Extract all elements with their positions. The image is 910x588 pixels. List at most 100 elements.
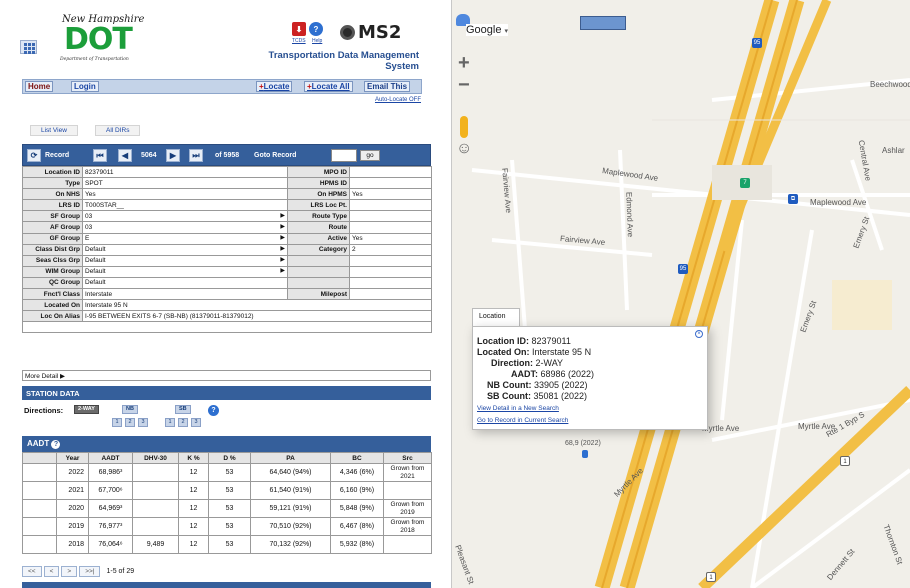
lane-button[interactable]: 2 [125, 418, 135, 427]
loc-alias-value: I-95 BETWEEN EXITS 6-7 (SB-NB) (81379011… [82, 310, 432, 323]
goto-record-input[interactable] [331, 149, 357, 162]
class-dist-cell[interactable]: Default ▶ [82, 243, 288, 256]
street-view-pegman-icon[interactable] [460, 116, 468, 138]
ruler-icon[interactable]: ☺ [456, 140, 472, 158]
location-detail-table: Location ID 82379011 MPO ID Type SPOT HPMS I… [22, 165, 432, 334]
row-blank-cell [22, 499, 57, 518]
dir-nb-button[interactable]: NB [122, 405, 138, 414]
table-cell: 2020 [56, 499, 89, 518]
last-record-button[interactable]: ⏭ [189, 149, 203, 162]
route-type-label: Route Type [287, 210, 350, 223]
class-dist-value: Default [85, 246, 106, 254]
gf-group-label: GF Group [22, 232, 83, 245]
tcds-pdf-icon[interactable]: ⬇ [292, 22, 306, 36]
first-record-button[interactable]: ⏮ [93, 149, 107, 162]
locate-label: Locate [263, 82, 290, 91]
expand-arrow-icon[interactable]: ▶ [280, 234, 285, 243]
qc-group-value: Default [82, 276, 288, 290]
expand-arrow-icon[interactable]: ▶ [280, 245, 285, 254]
popup-label: AADT: [511, 369, 538, 379]
highway-shield-icon: 95 [752, 38, 762, 48]
zoom-out-button[interactable]: − [458, 74, 470, 97]
empty-label [287, 265, 350, 278]
view-detail-link[interactable]: View Detail in a New Search [477, 405, 559, 412]
table-cell: 12 [178, 535, 209, 554]
expand-arrow-icon[interactable]: ▶ [280, 212, 285, 221]
wim-group-cell[interactable]: Default ▶ [82, 265, 288, 278]
table-row: AF Group 03 ▶ Route [22, 221, 432, 234]
go-button[interactable]: go [360, 150, 380, 161]
help-label[interactable]: Help [312, 38, 322, 44]
hpms-id-label: HPMS ID [287, 177, 350, 190]
info-icon[interactable]: ? [208, 405, 219, 416]
af-group-cell[interactable]: 03 ▶ [82, 221, 288, 234]
lane-button[interactable]: 3 [191, 418, 201, 427]
table-row: Location ID 82379011 MPO ID [22, 165, 432, 179]
active-label: Active [287, 232, 350, 245]
map-tools-icon[interactable] [580, 16, 626, 30]
ms2-logo-icon [340, 25, 355, 40]
popup-value: 33905 (2022) [534, 380, 588, 390]
locate-all-label: Locate All [311, 82, 350, 91]
lrs-loc-label: LRS Loc Pt. [287, 199, 350, 212]
milepost-label: Milepost [287, 288, 350, 301]
email-button[interactable]: Email This [364, 81, 411, 92]
expand-arrow-icon[interactable]: ▶ [280, 256, 285, 265]
locate-all-button[interactable]: +Locate All [304, 81, 353, 92]
table-row: 2021 67,700⁶ 12 53 61,540 (91%) 6,160 (9%) [22, 481, 432, 500]
lane-button[interactable]: 2 [178, 418, 188, 427]
table-cell [132, 517, 179, 536]
map-type-dropdown[interactable]: Google ▾ [466, 24, 509, 36]
goto-record-link[interactable]: Go to Record in Current Search [477, 417, 568, 424]
table-row: GF Group E ▶ Active Yes [22, 232, 432, 245]
info-icon[interactable]: ? [51, 440, 61, 449]
next-record-button[interactable]: ▶ [166, 149, 180, 162]
help-icon[interactable]: ? [309, 22, 323, 36]
dir-2way-button[interactable]: 2-WAY [74, 405, 99, 414]
location-marker-icon[interactable] [582, 450, 588, 458]
tcds-label[interactable]: TCDS [292, 38, 306, 44]
bus-stop-icon: ⧉ [788, 194, 798, 204]
home-button[interactable]: Home [25, 81, 54, 92]
login-button[interactable]: Login [71, 81, 99, 92]
expand-arrow-icon[interactable]: ▶ [280, 267, 285, 276]
table-cell: Grown from 2019 [383, 499, 432, 518]
expand-arrow-icon[interactable]: ▶ [280, 223, 285, 232]
zoom-in-button[interactable]: + [458, 52, 470, 75]
aadt-header: AADT ? [22, 436, 431, 452]
table-row: 2022 68,986³ 12 53 64,640 (94%) 4,346 (6%) Gro… [22, 463, 432, 482]
auto-locate-link[interactable]: Auto-Locate OFF [375, 97, 421, 103]
table-cell: 76,064⁶ [88, 535, 133, 554]
pager-last-button[interactable]: >>| [79, 565, 101, 577]
refresh-icon[interactable]: ⟳ [27, 149, 41, 162]
popup-label: NB Count: [487, 380, 532, 390]
map-canvas[interactable] [452, 0, 910, 588]
road-label: Maplewood Ave [810, 198, 867, 207]
close-icon[interactable]: × [695, 330, 703, 338]
table-cell: 12 [178, 517, 209, 536]
tab-all-dirs[interactable]: All DIRs [95, 125, 141, 136]
marker-label: 68,9 (2022) [565, 440, 601, 447]
pager-next-button[interactable]: > [61, 565, 78, 577]
sf-group-cell[interactable]: 03 ▶ [82, 210, 288, 223]
pager-prev-button[interactable]: < [43, 565, 60, 577]
pager-first-button[interactable]: << [22, 565, 42, 577]
more-detail-link[interactable]: More Detail ▶ [22, 370, 431, 381]
app-title: Transportation Data Management System [269, 50, 419, 72]
lane-button[interactable]: 3 [138, 418, 148, 427]
header-icons: ⬇ ? [292, 22, 323, 36]
gf-group-cell[interactable]: E ▶ [82, 232, 288, 245]
dir-sb-button[interactable]: SB [175, 405, 191, 414]
lane-button[interactable]: 1 [112, 418, 122, 427]
tab-list-view[interactable]: List View [30, 125, 78, 136]
table-row: SF Group 03 ▶ Route Type [22, 210, 432, 223]
seas-clss-cell[interactable]: Default ▶ [82, 254, 288, 267]
prev-record-button[interactable]: ◀ [118, 149, 132, 162]
map-panel[interactable]: Google ▾ + − ☺ Maplewood Ave Maplewood A… [452, 0, 910, 588]
location-id-value: 82379011 [82, 165, 288, 179]
locate-button[interactable]: +Locate [256, 81, 293, 92]
category-value: 2 [349, 243, 432, 256]
popup-tab-location[interactable]: Location [472, 308, 520, 326]
lane-button[interactable]: 1 [165, 418, 175, 427]
apps-grid-icon[interactable] [20, 40, 37, 54]
